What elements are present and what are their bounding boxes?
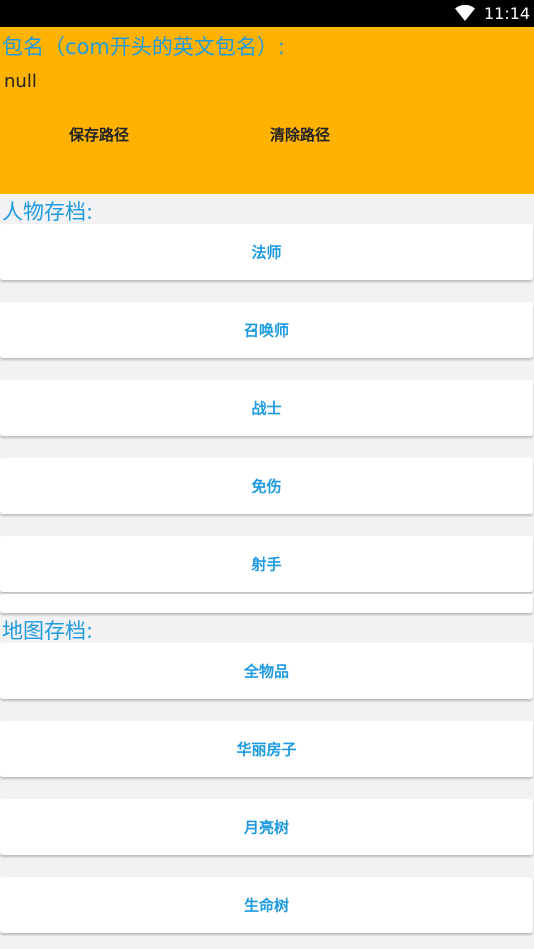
character-item-warrior[interactable]: 战士 bbox=[0, 380, 533, 436]
card-label: 月亮树 bbox=[243, 818, 289, 837]
map-item-fancy-house[interactable]: 华丽房子 bbox=[0, 721, 533, 777]
card-label: 战士 bbox=[251, 399, 282, 418]
card-label: 华丽房子 bbox=[236, 740, 297, 759]
character-item-archer[interactable]: 射手 bbox=[0, 536, 533, 592]
map-item-all-items[interactable]: 全物品 bbox=[0, 643, 533, 699]
character-section-title: 人物存档: bbox=[2, 200, 94, 224]
package-name-value[interactable]: null bbox=[4, 71, 37, 92]
card-label: 射手 bbox=[251, 555, 282, 574]
map-section-title: 地图存档: bbox=[2, 619, 94, 643]
character-item-damage-immune[interactable]: 免伤 bbox=[0, 458, 533, 514]
empty-card bbox=[0, 594, 533, 613]
wifi-icon bbox=[455, 5, 475, 21]
status-bar: 11:14 bbox=[0, 0, 534, 27]
package-name-label: 包名（com开头的英文包名）: bbox=[2, 35, 285, 59]
map-item-moon-tree[interactable]: 月亮树 bbox=[0, 799, 533, 855]
character-item-mage[interactable]: 法师 bbox=[0, 224, 533, 280]
card-label: 免伤 bbox=[251, 477, 282, 496]
clear-path-button[interactable]: 清除路径 bbox=[270, 123, 330, 145]
map-item-life-tree[interactable]: 生命树 bbox=[0, 877, 533, 933]
save-path-button[interactable]: 保存路径 bbox=[69, 123, 129, 145]
character-item-summoner[interactable]: 召唤师 bbox=[0, 302, 533, 358]
package-config-panel: 包名（com开头的英文包名）: null 保存路径 清除路径 bbox=[0, 27, 534, 194]
card-label: 召唤师 bbox=[243, 321, 289, 340]
card-label: 法师 bbox=[251, 243, 282, 262]
clock: 11:14 bbox=[484, 4, 531, 23]
card-label: 生命树 bbox=[243, 896, 289, 915]
card-label: 全物品 bbox=[243, 662, 289, 681]
